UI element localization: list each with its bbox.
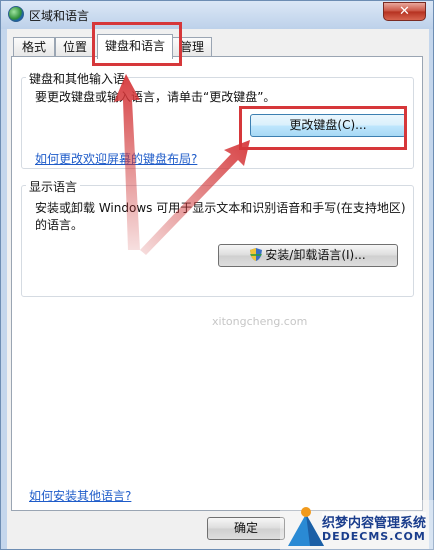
keyboard-group: 键盘和其他输入语 要更改键盘或输入语言，请单击“更改键盘”。 更改键盘(C)..… [21,70,414,169]
install-uninstall-languages-button[interactable]: 安装/卸载语言(I)... [218,244,398,267]
title-bar[interactable]: 区域和语言 ✕ [1,1,433,29]
install-other-languages-link[interactable]: 如何安装其他语言? [29,487,131,504]
tab-formats[interactable]: 格式 [13,37,55,57]
ok-button[interactable]: 确定 [207,517,285,540]
welcome-screen-keyboard-link[interactable]: 如何更改欢迎屏幕的键盘布局? [35,150,197,167]
close-button[interactable]: ✕ [383,2,426,21]
uac-shield-icon [250,248,263,261]
display-language-description: 安装或卸载 Windows 可用于显示文本和识别语音和手写(在支持地区)的语言。 [35,201,406,232]
site-watermark: xitongcheng.com [212,315,308,328]
display-language-label: 显示语言 [26,178,81,195]
display-language-group: 显示语言 安装或卸载 Windows 可用于显示文本和识别语音和手写(在支持地区… [21,178,414,297]
keyboard-group-label: 键盘和其他输入语 [26,70,129,87]
globe-icon [8,6,24,22]
region-language-window: 区域和语言 ✕ 格式 位置 键盘和语言 管理 键盘和其他输入语 要更改键盘或输入… [0,0,434,550]
window-title: 区域和语言 [29,9,90,23]
brand-line-1: 织梦内容管理系统 [322,512,427,531]
tab-location[interactable]: 位置 [55,37,95,57]
tab-administrative[interactable]: 管理 [172,37,212,57]
close-icon: ✕ [399,4,410,19]
tab-keyboards-languages[interactable]: 键盘和语言 [97,34,173,59]
install-uninstall-label: 安装/卸载语言(I)... [265,248,366,262]
brand-line-2: DEDECMS.COM [322,530,426,543]
tab-panel: 键盘和其他输入语 要更改键盘或输入语言，请单击“更改键盘”。 更改键盘(C)..… [11,56,423,511]
keyboard-description: 要更改键盘或输入语言，请单击“更改键盘”。 [35,90,276,104]
change-keyboards-button[interactable]: 更改键盘(C)... [250,114,406,137]
dialog-client-area: 格式 位置 键盘和语言 管理 键盘和其他输入语 要更改键盘或输入语言，请单击“更… [7,29,429,549]
